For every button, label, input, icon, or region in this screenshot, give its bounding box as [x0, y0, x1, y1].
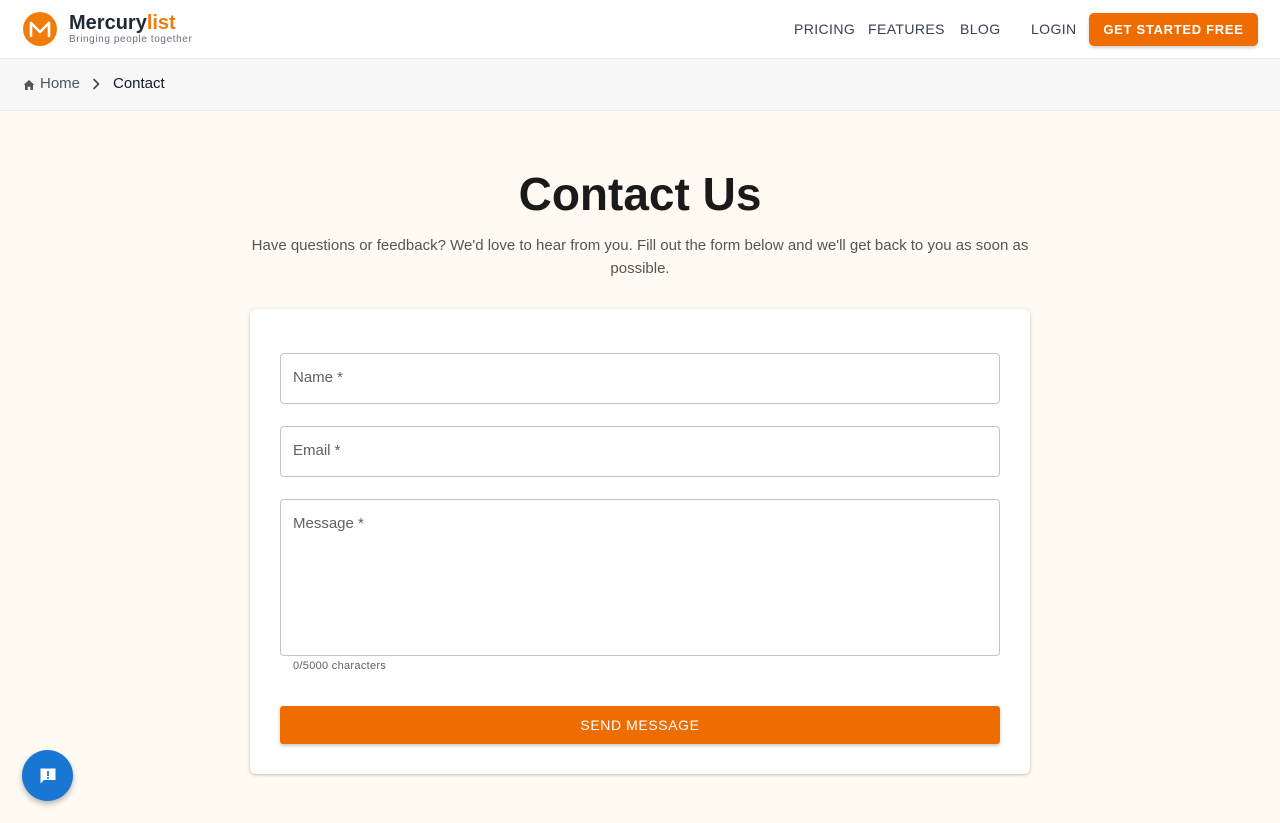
brand-tagline: Bringing people together	[69, 34, 193, 45]
get-started-button[interactable]: GET STARTED FREE	[1089, 13, 1258, 46]
feedback-button[interactable]	[22, 750, 73, 801]
nav-blog-link[interactable]: BLOG	[960, 21, 1001, 37]
nav-login-link[interactable]: LOGIN	[1031, 21, 1077, 37]
home-icon[interactable]	[23, 79, 35, 91]
top-header: Mercurylist Bringing people together PRI…	[0, 0, 1280, 59]
chevron-right-icon	[93, 78, 100, 90]
feedback-icon	[40, 768, 55, 783]
name-field-label: Name *	[293, 369, 344, 386]
page-title: Contact Us	[518, 168, 762, 220]
brand-name: Mercurylist	[69, 12, 192, 34]
page-subtitle: Have questions or feedback? We'd love to…	[251, 237, 1029, 277]
brand-logo[interactable]: Mercurylist Bringing people together	[69, 12, 192, 45]
m-logo-icon[interactable]	[23, 12, 57, 46]
email-field-label: Email *	[293, 442, 341, 459]
breadcrumb-home-link[interactable]: Home	[40, 75, 80, 93]
breadcrumb-current: Contact	[113, 75, 165, 92]
nav-features-link[interactable]: FEATURES	[868, 21, 945, 37]
brand-name-primary: Mercury	[69, 12, 147, 34]
character-counter: 0/5000 characters	[293, 660, 387, 672]
message-field-label: Message *	[293, 515, 364, 532]
send-message-button[interactable]: SEND MESSAGE	[280, 706, 1000, 744]
contact-form: Name * Email * Message * 0/5000 characte…	[250, 309, 1030, 774]
message-field[interactable]: Message *	[280, 499, 1000, 656]
name-field[interactable]: Name *	[280, 353, 1000, 404]
email-field[interactable]: Email *	[280, 426, 1000, 477]
breadcrumb: Home Contact	[0, 59, 1280, 111]
nav-pricing-link[interactable]: PRICING	[794, 21, 855, 37]
brand-name-accent: list	[146, 12, 176, 34]
